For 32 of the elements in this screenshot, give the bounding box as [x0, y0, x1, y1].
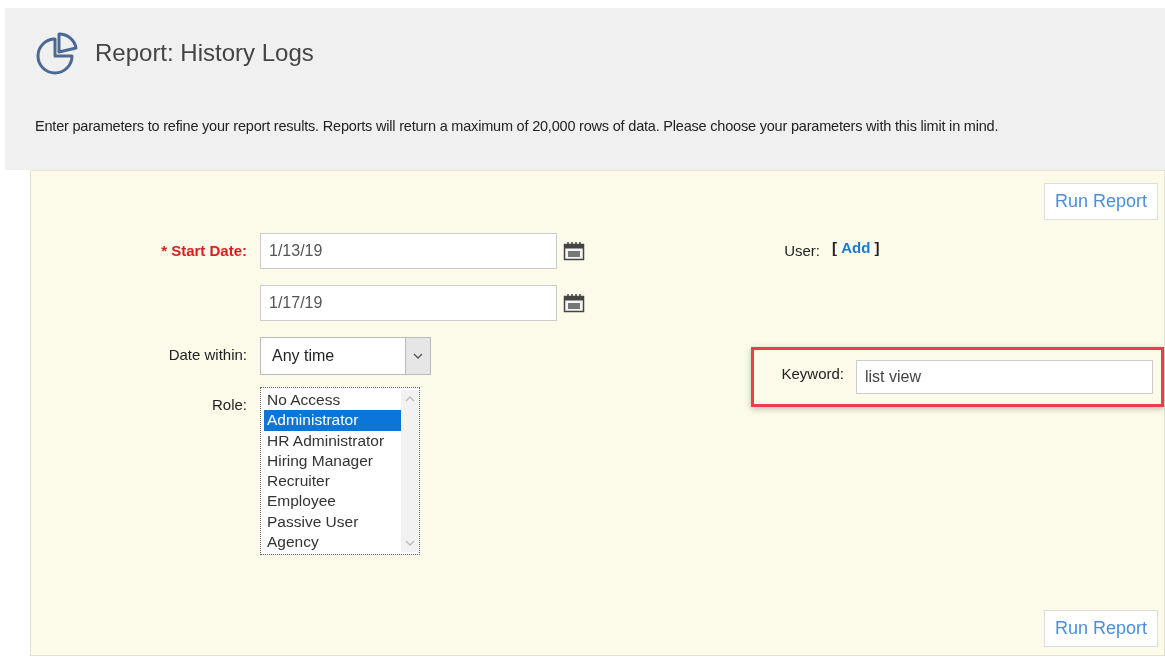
field-label: Start Date: [171, 242, 247, 259]
required-mark: * [161, 242, 167, 259]
run-report-button[interactable]: Run Report [1043, 610, 1158, 647]
list-option[interactable]: Administrator [264, 410, 401, 431]
list-option[interactable]: Employee [264, 491, 401, 512]
list-option[interactable]: Passive User [264, 511, 401, 533]
bracket: [ [832, 239, 837, 256]
list-option[interactable]: Hiring Manager [264, 450, 401, 472]
field-label: Keyword: [781, 365, 844, 382]
scroll-down-icon[interactable] [405, 540, 415, 547]
list-option[interactable]: No Access [264, 390, 401, 411]
scrollbar[interactable] [401, 390, 419, 553]
calendar-icon [563, 241, 585, 261]
field-label: User: [784, 242, 820, 259]
list-option[interactable]: HR Administrator [264, 430, 401, 451]
list-option[interactable]: Agency [264, 532, 401, 553]
instructions-text: Enter parameters to refine your report results. Reports will return a maximum of 20,000 rows of data. Please choose your parameters with this limit in mind. [35, 118, 1000, 134]
field-label: Date within: [168, 346, 247, 363]
role-listbox[interactable]: No Access Administrator HR Administrator Hiring Manager Recruiter Employee Passive User Agency [260, 387, 420, 556]
field-label: Role: [211, 396, 247, 413]
date-within-dropdown[interactable]: Any time [260, 337, 431, 375]
add-link[interactable]: Add [841, 239, 871, 256]
run-report-button[interactable]: Run Report [1043, 183, 1158, 220]
calendar-icon [563, 293, 585, 313]
page-title: Report: History Logs [95, 39, 314, 67]
keyword-field[interactable]: list view [856, 360, 1153, 394]
bracket: ] [874, 239, 880, 256]
start-date-field[interactable]: 1/13/19 [260, 233, 557, 269]
scroll-up-icon[interactable] [405, 396, 415, 402]
end-date-field[interactable]: 1/17/19 [260, 285, 557, 321]
list-option[interactable]: Recruiter [264, 471, 401, 492]
caret-icon [413, 353, 423, 359]
